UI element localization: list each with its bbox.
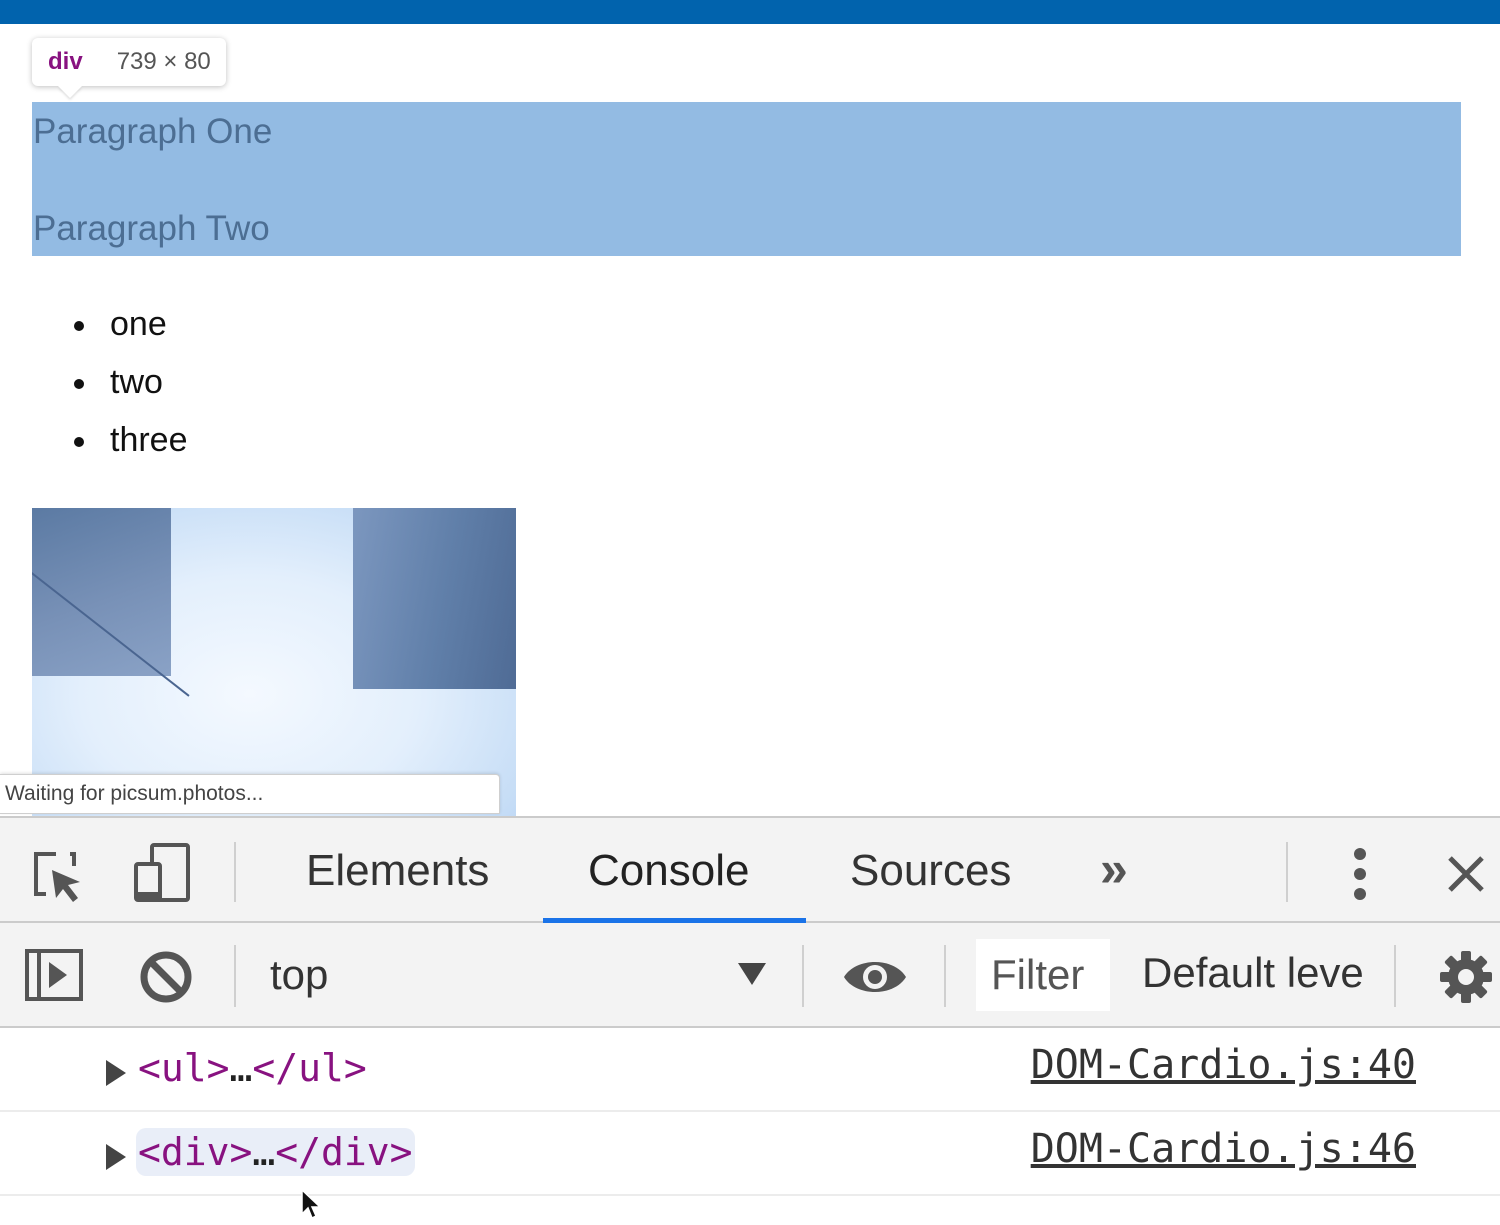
ellipsis: … (252, 1130, 276, 1174)
dom-node-preview[interactable]: <ul>…</ul> (136, 1044, 369, 1092)
close-tag: </ul> (252, 1046, 367, 1090)
inspect-tooltip: div 739 × 80 (32, 38, 226, 86)
toolbar-divider (234, 945, 236, 1007)
list-item: one (72, 302, 188, 360)
page-image (32, 508, 516, 816)
source-link[interactable]: DOM-Cardio.js:46 (1031, 1126, 1416, 1172)
eye-icon[interactable] (840, 949, 910, 1005)
gear-icon[interactable] (1436, 947, 1496, 1007)
tab-console[interactable]: Console (588, 846, 749, 896)
bullet-list: one two three (72, 302, 188, 476)
toolbar-divider (944, 945, 946, 1007)
expand-triangle-icon[interactable] (106, 1144, 126, 1170)
toolbar-divider (1394, 945, 1396, 1007)
list-item: two (72, 360, 188, 418)
image-building-left (32, 508, 171, 676)
paragraph-two: Paragraph Two (33, 209, 270, 248)
log-levels-dropdown[interactable]: Default levels (1142, 949, 1362, 997)
kebab-menu-icon[interactable] (1340, 844, 1380, 904)
close-tag: </div> (275, 1130, 413, 1174)
sidebar-toggle-icon[interactable] (22, 945, 86, 1005)
open-tag: <ul> (138, 1046, 230, 1090)
toolbar-divider (802, 945, 804, 1007)
console-message: <ul>…</ul> DOM-Cardio.js:40 (0, 1028, 1500, 1112)
devtools-panel: Elements Console Sources » top Filter De… (0, 816, 1500, 1220)
browser-top-bar (0, 0, 1500, 24)
close-icon[interactable] (1440, 848, 1492, 900)
console-output: <ul>…</ul> DOM-Cardio.js:40 <div>…</div>… (0, 1028, 1500, 1220)
filter-box (976, 939, 1110, 1011)
tab-sources[interactable]: Sources (850, 846, 1011, 896)
console-toolbar: top Default levels (0, 923, 1500, 1028)
filter-input[interactable] (976, 939, 1106, 1011)
source-link[interactable]: DOM-Cardio.js:40 (1031, 1042, 1416, 1088)
context-dropdown-arrow-icon[interactable] (738, 963, 766, 985)
open-tag: <div> (138, 1130, 253, 1174)
chevron-double-right-icon[interactable]: » (1100, 840, 1128, 898)
paragraph-one: Paragraph One (33, 112, 273, 151)
tab-elements[interactable]: Elements (306, 846, 489, 896)
page-viewport: Paragraph One Paragraph Two div 739 × 80… (0, 24, 1500, 816)
inspect-element-icon[interactable] (28, 846, 88, 906)
devtools-tab-bar: Elements Console Sources » (0, 818, 1500, 923)
mouse-cursor-icon (300, 1188, 322, 1225)
dom-node-preview[interactable]: <div>…</div> (136, 1128, 415, 1176)
toolbar-divider (1286, 842, 1288, 902)
tooltip-dimensions: 739 × 80 (116, 48, 211, 75)
expand-triangle-icon[interactable] (106, 1060, 126, 1086)
ellipsis: … (229, 1046, 253, 1090)
device-toolbar-icon[interactable] (128, 840, 194, 906)
console-message: <div>…</div> DOM-Cardio.js:46 (0, 1112, 1500, 1196)
toolbar-divider (234, 842, 236, 902)
context-selector[interactable]: top (270, 951, 328, 999)
image-building-right (353, 508, 516, 689)
status-bubble: Waiting for picsum.photos... (0, 774, 500, 814)
tooltip-tag-name: div (48, 48, 83, 75)
list-item: three (72, 418, 188, 476)
clear-console-icon[interactable] (136, 947, 196, 1007)
